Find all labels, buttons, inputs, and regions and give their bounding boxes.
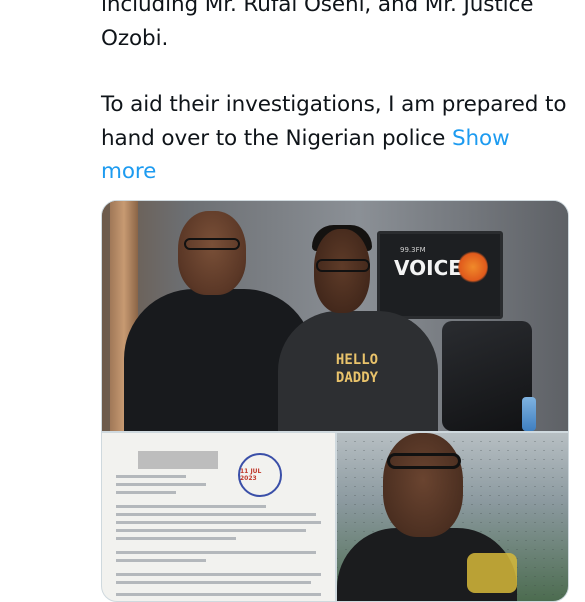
studio-monitor: 99.3FM VOICE [377,231,503,319]
shirt-line-2: DADDY [335,370,379,386]
document-line [116,521,321,524]
shirt-print: HELLO DADDY [312,351,402,387]
monitor-frequency: 99.3FM [400,246,426,254]
glasses-icon [184,238,240,250]
shirt-accent [467,553,517,593]
photo-letter-document[interactable]: 11 JUL 2023 [102,433,335,601]
document-line [116,529,306,532]
document-line [116,505,266,508]
glasses-icon [387,453,461,469]
shirt-line-1: HELLO [335,352,379,368]
document-line [116,475,186,478]
document-line [116,559,206,562]
microphone-rig [442,321,532,431]
document-line [116,551,316,554]
document-line [116,537,236,540]
tweet-paragraph-1: including Mr. Rufai Oseni, and Mr. Justi… [101,0,534,51]
person-portrait-head [383,433,463,537]
photo-studio[interactable]: 99.3FM VOICE HELLO DADDY [102,201,568,431]
document-line [116,513,316,516]
person-left-head [178,211,246,295]
media-grid[interactable]: 99.3FM VOICE HELLO DADDY 11 JUL 2023 [101,200,569,602]
document-line [116,573,321,576]
tweet-text: including Mr. Rufai Oseni, and Mr. Justi… [101,0,571,189]
document-line [116,483,206,486]
document-line [116,593,321,596]
monitor-logo: VOICE [394,256,462,280]
document-line [116,581,311,584]
document-line [116,491,176,494]
received-stamp: 11 JUL 2023 [238,453,282,497]
water-bottle [522,397,536,431]
logo-burst-icon [458,250,488,284]
photo-portrait[interactable] [337,433,568,601]
glasses-icon [316,259,370,272]
redacted-block [138,451,218,469]
tweet-paragraph-2: To aid their investigations, I am prepar… [101,88,571,189]
